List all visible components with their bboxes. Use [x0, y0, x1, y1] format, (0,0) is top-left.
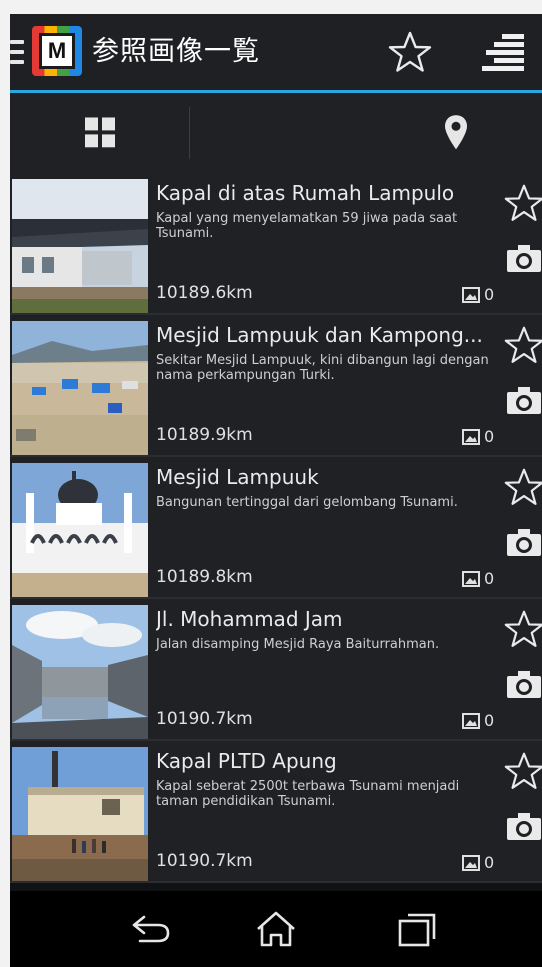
- image-icon: [462, 570, 480, 587]
- image-icon: [462, 286, 480, 303]
- list-item[interactable]: Mesjid Lampuuk dan Kampong... Sekitar Me…: [10, 315, 542, 457]
- item-distance: 10190.7km: [156, 851, 253, 871]
- camera-icon[interactable]: [506, 811, 542, 841]
- favorite-star-icon[interactable]: [504, 609, 542, 649]
- view-tabs: [10, 93, 542, 967]
- camera-icon[interactable]: [506, 385, 542, 415]
- item-distance: 10189.9km: [156, 425, 253, 445]
- image-icon: [462, 428, 480, 445]
- list-item[interactable]: Mesjid Lampuuk Bangunan tertinggal dari …: [10, 457, 542, 599]
- list-item[interactable]: Jl. Mohammad Jam Jalan disamping Mesjid …: [10, 599, 542, 741]
- back-icon[interactable]: [126, 909, 174, 949]
- list-item[interactable]: Kapal PLTD Apung Kapal seberat 2500t ter…: [10, 741, 542, 883]
- system-nav-bar: [10, 891, 542, 967]
- item-description: Kapal yang menyelamatkan 59 jiwa pada sa…: [156, 211, 458, 241]
- action-bar: M 参照画像一覧: [10, 14, 542, 90]
- app-logo[interactable]: M: [32, 26, 82, 76]
- photo-count: 0: [462, 285, 494, 304]
- favorite-star-icon[interactable]: [504, 183, 542, 223]
- grid-icon: [85, 117, 115, 148]
- app-logo-letter: M: [39, 33, 75, 69]
- item-description: Jalan disamping Mesjid Raya Baiturrahman…: [156, 637, 440, 652]
- item-name: Kapal di atas Rumah Lampulo: [156, 181, 455, 205]
- thumbnail-image: [12, 179, 148, 313]
- favorite-star-icon[interactable]: [504, 751, 542, 791]
- tab-grid-view[interactable]: [10, 93, 190, 173]
- favorite-star-icon[interactable]: [504, 325, 542, 365]
- photo-count-value: 0: [484, 569, 495, 588]
- thumbnail-image: [12, 321, 148, 455]
- image-icon: [462, 712, 480, 729]
- photo-count: 0: [462, 427, 494, 446]
- reference-image-list: Kapal di atas Rumah Lampulo Kapal yang m…: [10, 173, 542, 891]
- camera-icon[interactable]: [506, 669, 542, 699]
- image-icon: [462, 854, 480, 871]
- item-description: Bangunan tertinggal dari gelombang Tsuna…: [156, 495, 458, 510]
- tab-map-view[interactable]: [370, 93, 542, 173]
- sort-menu-icon[interactable]: [482, 34, 524, 72]
- item-description: Kapal seberat 2500t terbawa Tsunami menj…: [156, 779, 460, 809]
- photo-count: 0: [462, 853, 494, 872]
- list-item[interactable]: Kapal di atas Rumah Lampulo Kapal yang m…: [10, 173, 542, 315]
- recent-apps-icon[interactable]: [394, 909, 442, 949]
- item-name: Mesjid Lampuuk: [156, 465, 319, 489]
- photo-count: 0: [462, 569, 494, 588]
- favorites-star-icon[interactable]: [388, 30, 432, 74]
- photo-count-value: 0: [484, 285, 495, 304]
- favorite-star-icon[interactable]: [504, 467, 542, 507]
- camera-icon[interactable]: [506, 527, 542, 557]
- photo-count-value: 0: [484, 427, 495, 446]
- drawer-icon[interactable]: [10, 40, 24, 68]
- item-distance: 10189.8km: [156, 567, 253, 587]
- app-screen: M 参照画像一覧 Kapal di atas Rumah Lampulo Kap…: [10, 14, 542, 967]
- photo-count-value: 0: [484, 853, 495, 872]
- camera-icon[interactable]: [506, 243, 542, 273]
- item-description: Sekitar Mesjid Lampuuk, kini dibangun la…: [156, 353, 489, 383]
- thumbnail-image: [12, 747, 148, 881]
- map-pin-icon: [445, 115, 467, 150]
- photo-count-value: 0: [484, 711, 495, 730]
- thumbnail-image: [12, 463, 148, 597]
- thumbnail-image: [12, 605, 148, 739]
- item-name: Mesjid Lampuuk dan Kampong...: [156, 323, 483, 347]
- item-name: Kapal PLTD Apung: [156, 749, 337, 773]
- page-title: 参照画像一覧: [92, 36, 260, 67]
- home-icon[interactable]: [252, 909, 300, 949]
- item-name: Jl. Mohammad Jam: [156, 607, 343, 631]
- item-distance: 10189.6km: [156, 283, 253, 303]
- photo-count: 0: [462, 711, 494, 730]
- item-distance: 10190.7km: [156, 709, 253, 729]
